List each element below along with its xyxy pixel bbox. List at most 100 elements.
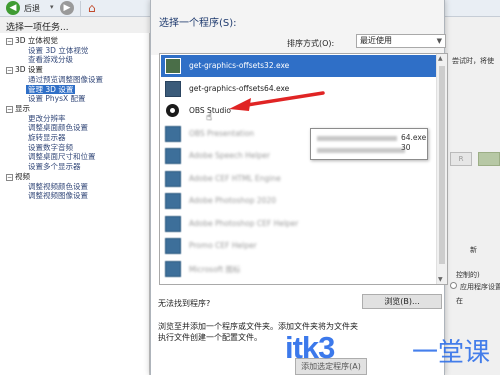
tree-item[interactable]: 查看游戏分级 bbox=[28, 55, 73, 64]
tree-label: 调整视频颜色设置 bbox=[28, 181, 88, 191]
tree-item[interactable]: 设置 3D 立体视觉 bbox=[28, 46, 88, 55]
program-icon bbox=[165, 170, 181, 187]
sort-label: 排序方式(O): bbox=[287, 39, 335, 48]
tree-item[interactable]: 通过预览调整图像设置 bbox=[28, 75, 103, 84]
right-settings-panel bbox=[445, 17, 500, 375]
tree-label: 管理 3D 设置 bbox=[28, 84, 74, 94]
tree-label: 设置数字音频 bbox=[28, 142, 73, 152]
right-panel-text: 在 bbox=[456, 297, 463, 305]
program-icon bbox=[165, 260, 181, 277]
program-icon bbox=[165, 80, 181, 97]
collapse-icon[interactable]: − bbox=[6, 105, 13, 113]
tree-label: 调整视频图像设置 bbox=[28, 191, 88, 201]
task-tree: −3D 立体视觉 设置 3D 立体视觉 查看游戏分级 −3D 设置 通过预览调整图像设置… bbox=[0, 33, 150, 375]
forward-arrow-icon[interactable]: ▶ bbox=[60, 1, 74, 15]
program-icon bbox=[165, 238, 181, 254]
tree-label: 调整桌面尺寸和位置 bbox=[28, 152, 96, 162]
program-label: get-graphics-offsets32.exe bbox=[189, 61, 290, 70]
program-label: Promo CEF Helper bbox=[189, 241, 257, 250]
tree-item[interactable]: 设置数字音频 bbox=[28, 143, 73, 152]
tree-label: 更改分辨率 bbox=[28, 113, 66, 123]
tree-category[interactable]: −3D 立体视觉 bbox=[6, 36, 58, 45]
collapse-icon[interactable]: − bbox=[6, 173, 13, 181]
right-panel-text: 新 bbox=[470, 246, 477, 254]
back-button-label[interactable]: 后退 bbox=[24, 3, 40, 14]
tree-item[interactable]: 管理 3D 设置 bbox=[26, 84, 76, 94]
watermark-logo: itk3 bbox=[285, 330, 335, 365]
tree-item[interactable]: 调整视频图像设置 bbox=[28, 191, 88, 200]
obs-studio-icon bbox=[165, 103, 181, 119]
tree-item[interactable]: 设置多个显示器 bbox=[28, 162, 81, 171]
red-annotation-arrow-icon bbox=[229, 91, 325, 111]
task-panel-title: 选择一项任务... bbox=[6, 23, 69, 33]
list-scrollbar[interactable]: ▲ ▼ bbox=[436, 54, 447, 284]
back-arrow-icon[interactable]: ◀ bbox=[6, 1, 20, 15]
program-label: Microsoft 图标 bbox=[189, 264, 241, 274]
browse-button[interactable]: 浏览(B)... bbox=[362, 294, 442, 309]
scroll-down-icon[interactable]: ▼ bbox=[438, 276, 443, 283]
program-list-item[interactable]: Adobe CEF HTML Engine bbox=[161, 168, 437, 190]
right-panel-text: 尝试时，将使 bbox=[452, 57, 494, 65]
back-dropdown-icon[interactable]: ▾ bbox=[50, 3, 54, 11]
program-icon bbox=[165, 58, 181, 74]
home-icon[interactable]: ⌂ bbox=[88, 1, 96, 15]
program-tooltip: 64.exe 30 bbox=[310, 128, 428, 160]
program-label: Adobe Photoshop 2020 bbox=[189, 196, 276, 205]
scroll-up-icon[interactable]: ▲ bbox=[438, 55, 443, 62]
tree-item[interactable]: 更改分辨率 bbox=[28, 114, 66, 123]
tree-label: 查看游戏分级 bbox=[28, 55, 73, 65]
program-list-item[interactable]: get-graphics-offsets32.exe bbox=[161, 55, 437, 77]
tooltip-blurred-text bbox=[317, 136, 397, 141]
tooltip-exe-text: 64.exe bbox=[401, 133, 427, 142]
program-list-item[interactable]: Adobe Photoshop CEF Helper bbox=[161, 213, 437, 235]
tree-label: 设置多个显示器 bbox=[28, 162, 81, 172]
program-list-item[interactable]: Adobe Photoshop 2020 bbox=[161, 190, 437, 212]
collapse-icon[interactable]: − bbox=[6, 38, 13, 45]
tree-item[interactable]: 调整桌面颜色设置 bbox=[28, 123, 88, 132]
program-label: Adobe Speech Helper bbox=[189, 151, 270, 160]
watermark-logo-cn: 一堂课 bbox=[412, 338, 491, 368]
program-icon bbox=[165, 125, 181, 142]
right-panel-button-label: R bbox=[458, 155, 464, 163]
dialog-title: 选择一个程序(S): bbox=[159, 18, 237, 29]
tree-label: 旋转显示器 bbox=[28, 133, 66, 142]
tree-category[interactable]: − 显示 bbox=[6, 104, 30, 113]
tree-item[interactable]: 调整视频颜色设置 bbox=[28, 182, 88, 191]
right-panel-text: 控制的) bbox=[456, 271, 480, 279]
tree-label: 3D 设置 bbox=[15, 65, 43, 75]
program-label: Adobe Photoshop CEF Helper bbox=[189, 218, 299, 228]
tree-category[interactable]: −3D 设置 bbox=[6, 65, 43, 75]
tree-item[interactable]: 调整桌面尺寸和位置 bbox=[28, 152, 96, 161]
program-list-item[interactable]: Microsoft 图标 bbox=[161, 258, 437, 280]
tree-label: 调整桌面颜色设置 bbox=[28, 123, 88, 133]
tree-label: 设置 PhysX 配置 bbox=[28, 94, 86, 104]
browse-description-line2: 执行文件创建一个配置文件。 bbox=[158, 333, 262, 342]
right-panel-text: 应用程序设置 bbox=[460, 283, 500, 291]
tooltip-blurred-text bbox=[317, 148, 405, 153]
tree-item[interactable]: 旋转显示器 bbox=[28, 133, 66, 142]
radio-button[interactable] bbox=[450, 282, 457, 289]
sort-select[interactable]: 最近使用 ▼ bbox=[356, 34, 446, 48]
right-panel-button[interactable]: R bbox=[450, 152, 472, 166]
tree-label: 显示 bbox=[15, 103, 30, 113]
tree-item[interactable]: 设置 PhysX 配置 bbox=[28, 94, 86, 103]
collapse-icon[interactable]: − bbox=[6, 67, 13, 75]
program-icon bbox=[165, 148, 181, 164]
tree-label: 设置 3D 立体视觉 bbox=[28, 45, 89, 55]
program-label: Adobe CEF HTML Engine bbox=[189, 173, 281, 183]
sort-select-value: 最近使用 bbox=[360, 36, 392, 45]
mouse-pointer-icon: ☝ bbox=[206, 112, 213, 123]
program-icon bbox=[165, 215, 181, 232]
program-list-item[interactable]: Promo CEF Helper bbox=[161, 235, 437, 257]
program-list[interactable]: get-graphics-offsets32.exe get-graphics-o… bbox=[159, 53, 448, 285]
chevron-down-icon: ▼ bbox=[436, 37, 442, 45]
select-program-dialog: 选择一个程序(S): 排序方式(O): 最近使用 ▼ get-graphics-… bbox=[150, 0, 448, 375]
tree-label: 3D 立体视觉 bbox=[15, 36, 58, 45]
toolbar-divider bbox=[80, 1, 81, 16]
scrollbar-thumb[interactable] bbox=[439, 66, 445, 264]
tree-category[interactable]: − 视频 bbox=[6, 172, 30, 181]
right-panel-green-button[interactable] bbox=[478, 152, 500, 166]
tree-label: 通过预览调整图像设置 bbox=[28, 74, 103, 84]
program-icon bbox=[165, 193, 181, 209]
program-label: OBS Presentation bbox=[189, 128, 255, 138]
